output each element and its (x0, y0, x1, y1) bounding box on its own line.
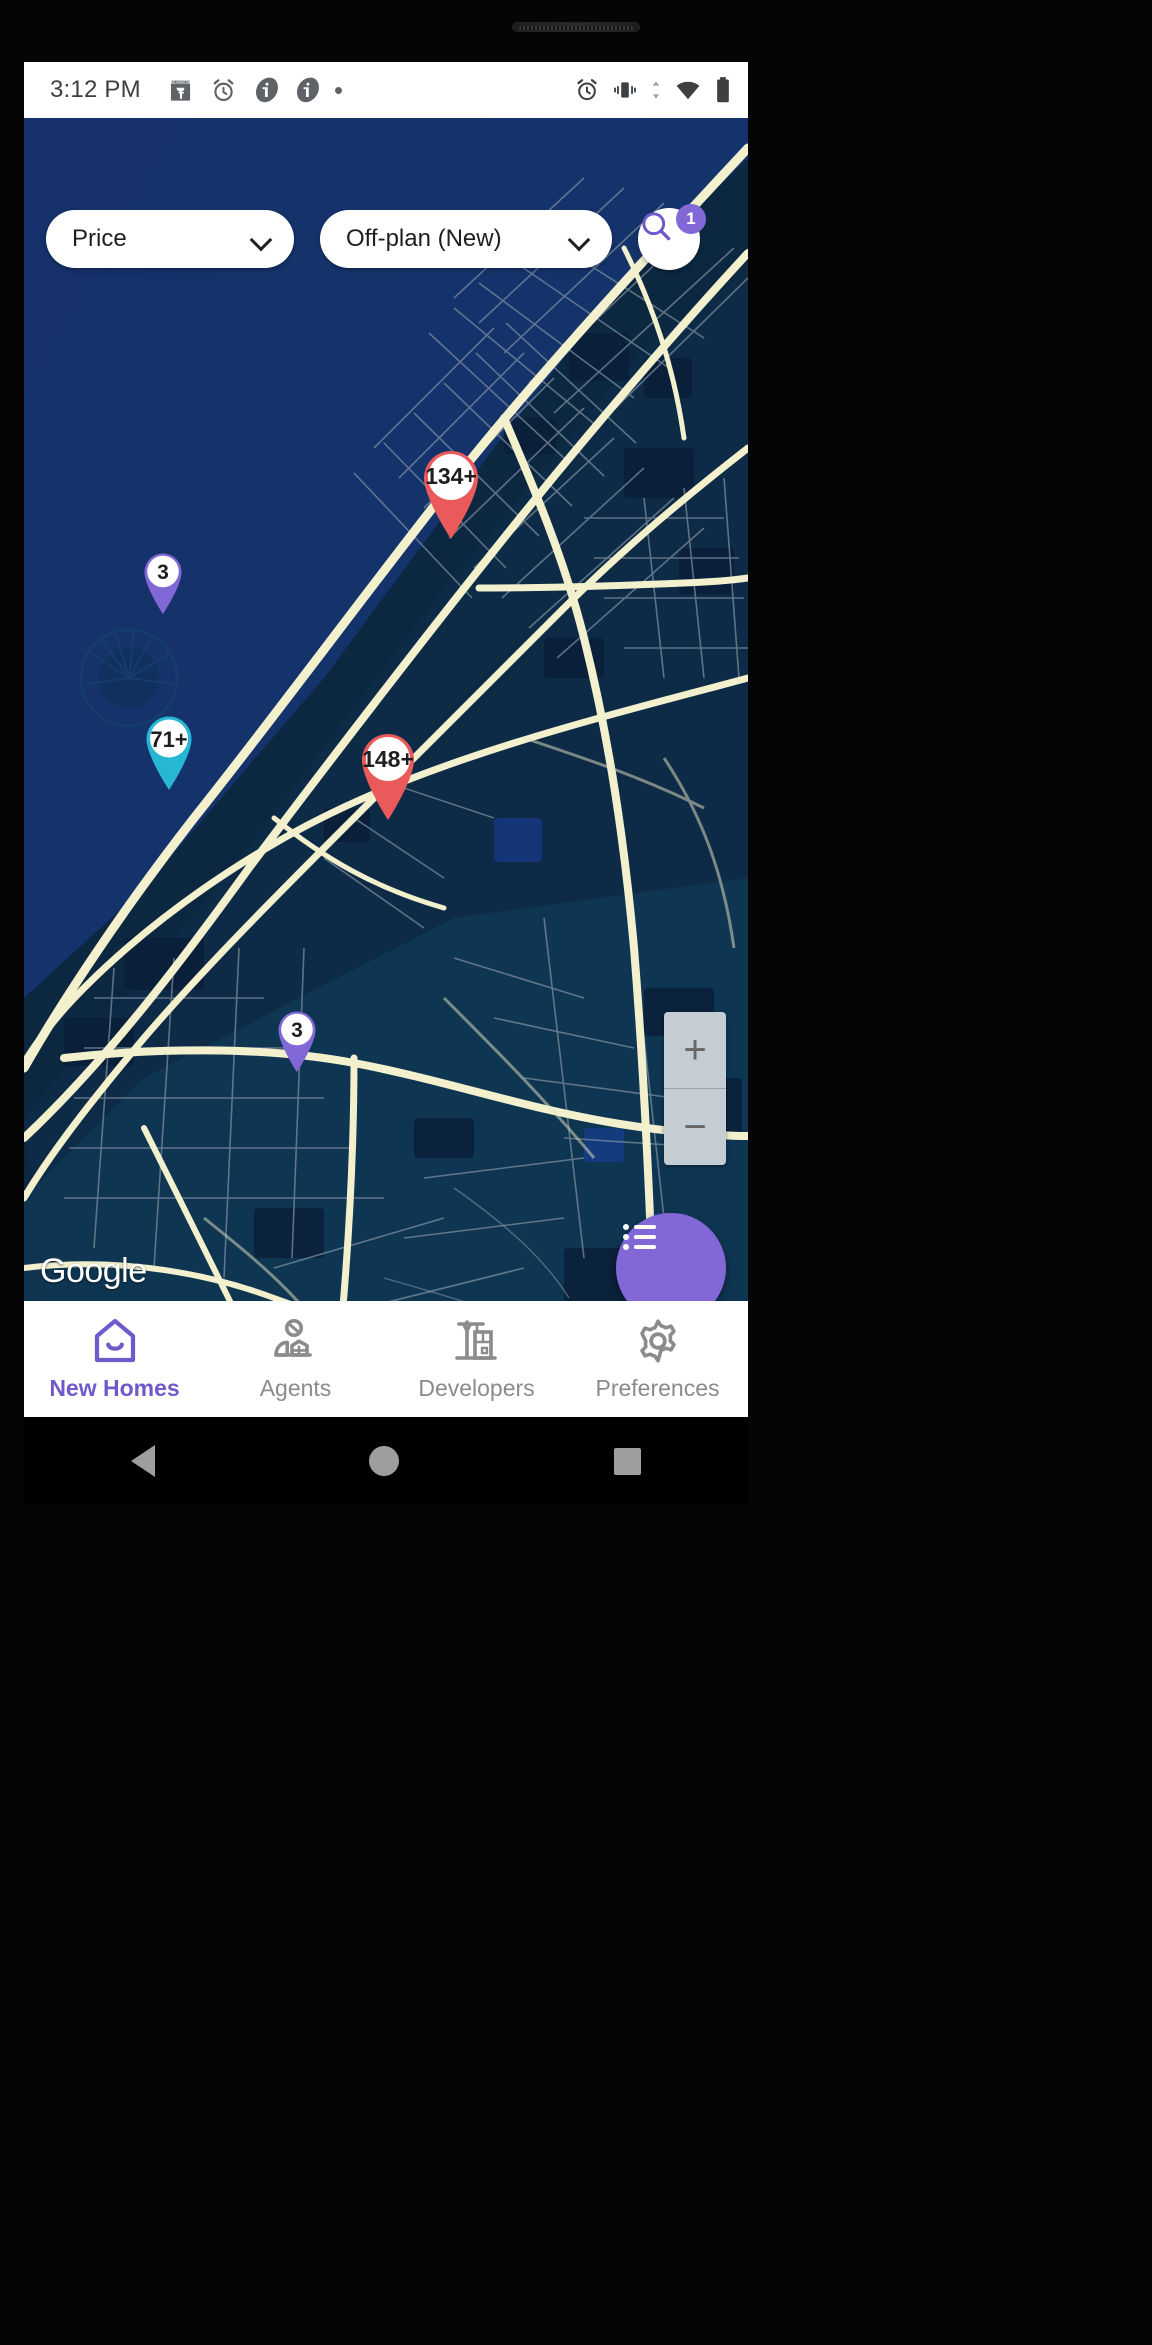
alarm-icon (574, 77, 600, 103)
nav-label-agents: Agents (259, 1375, 332, 1401)
nav-item-developers[interactable]: Developers (386, 1316, 567, 1402)
dot-icon (334, 86, 342, 94)
home-smile-icon (94, 1318, 135, 1363)
phone-screen: 3:12 PM Price Off-plan (New) 1 134+ 3 71… (24, 62, 748, 1417)
zoom-in-button[interactable]: + (664, 1012, 726, 1088)
marker-pin-shape (362, 734, 414, 820)
marker-pin-shape (424, 451, 478, 539)
nav-label-developers: Developers (418, 1375, 535, 1401)
crane-icon (454, 1320, 497, 1360)
map-canvas[interactable]: Price Off-plan (New) 1 134+ 3 71+ 148+ 3… (24, 118, 748, 1361)
filter-chip-price-label: Price (72, 225, 127, 252)
device-earpiece (512, 22, 640, 32)
nav-label-preferences: Preferences (595, 1375, 720, 1401)
status-bar-notifications (167, 76, 342, 104)
app-leaf-icon (253, 76, 278, 104)
status-bar-clock: 3:12 PM (50, 76, 141, 103)
marketplace-icon (167, 77, 194, 104)
filter-chip-offplan[interactable]: Off-plan (New) (320, 210, 612, 268)
nav-item-preferences[interactable]: Preferences (567, 1316, 748, 1402)
battery-icon (714, 76, 732, 104)
map-marker[interactable]: 148+ (354, 726, 422, 820)
map-marker[interactable]: 134+ (416, 443, 486, 539)
list-view-icon (623, 1224, 656, 1250)
nav-item-agents[interactable]: Agents (205, 1316, 386, 1402)
vibrate-icon (612, 77, 638, 103)
wifi-icon (674, 77, 702, 103)
alarm-icon (210, 77, 237, 104)
search-badge-count: 1 (676, 204, 706, 234)
agents-icon (273, 1319, 312, 1357)
map-marker[interactable]: 3 (273, 1006, 321, 1072)
map-marker-label: 134+ (425, 463, 477, 489)
map-marker-label: 3 (291, 1019, 303, 1042)
status-bar: 3:12 PM (24, 62, 748, 118)
map-marker[interactable]: 3 (139, 548, 187, 614)
device-frame: 3:12 PM Price Off-plan (New) 1 134+ 3 71… (0, 0, 1152, 2345)
nav-label-new-homes: New Homes (49, 1375, 180, 1401)
bottom-navigation: New Homes Agents Developers Preferences (24, 1301, 748, 1417)
filter-chip-price[interactable]: Price (46, 210, 294, 268)
android-navigation-bar (24, 1417, 748, 1505)
map-marker[interactable]: 71+ (140, 710, 198, 790)
home-circle-icon[interactable] (369, 1446, 400, 1476)
map-marker-label: 148+ (362, 746, 414, 772)
recents-square-icon[interactable] (613, 1447, 641, 1475)
map-marker-label: 3 (157, 561, 169, 584)
google-attribution: Google (40, 1252, 147, 1290)
back-triangle-icon[interactable] (131, 1445, 156, 1477)
filter-chip-offplan-label: Off-plan (New) (346, 225, 502, 252)
data-arrows-icon (650, 77, 662, 103)
status-bar-system-icons (574, 76, 732, 104)
search-icon (642, 212, 671, 241)
map-zoom-controls: + − (664, 1012, 726, 1165)
nav-item-new-homes[interactable]: New Homes (24, 1316, 205, 1402)
search-button[interactable]: 1 (638, 204, 706, 270)
chevron-down-icon (252, 229, 272, 249)
map-marker-label: 71+ (150, 727, 188, 752)
app-leaf-icon (294, 76, 319, 104)
zoom-out-button[interactable]: − (664, 1089, 726, 1165)
filter-bar: Price Off-plan (New) 1 (24, 204, 748, 270)
chevron-down-icon (570, 229, 590, 249)
gear-icon (639, 1319, 676, 1363)
